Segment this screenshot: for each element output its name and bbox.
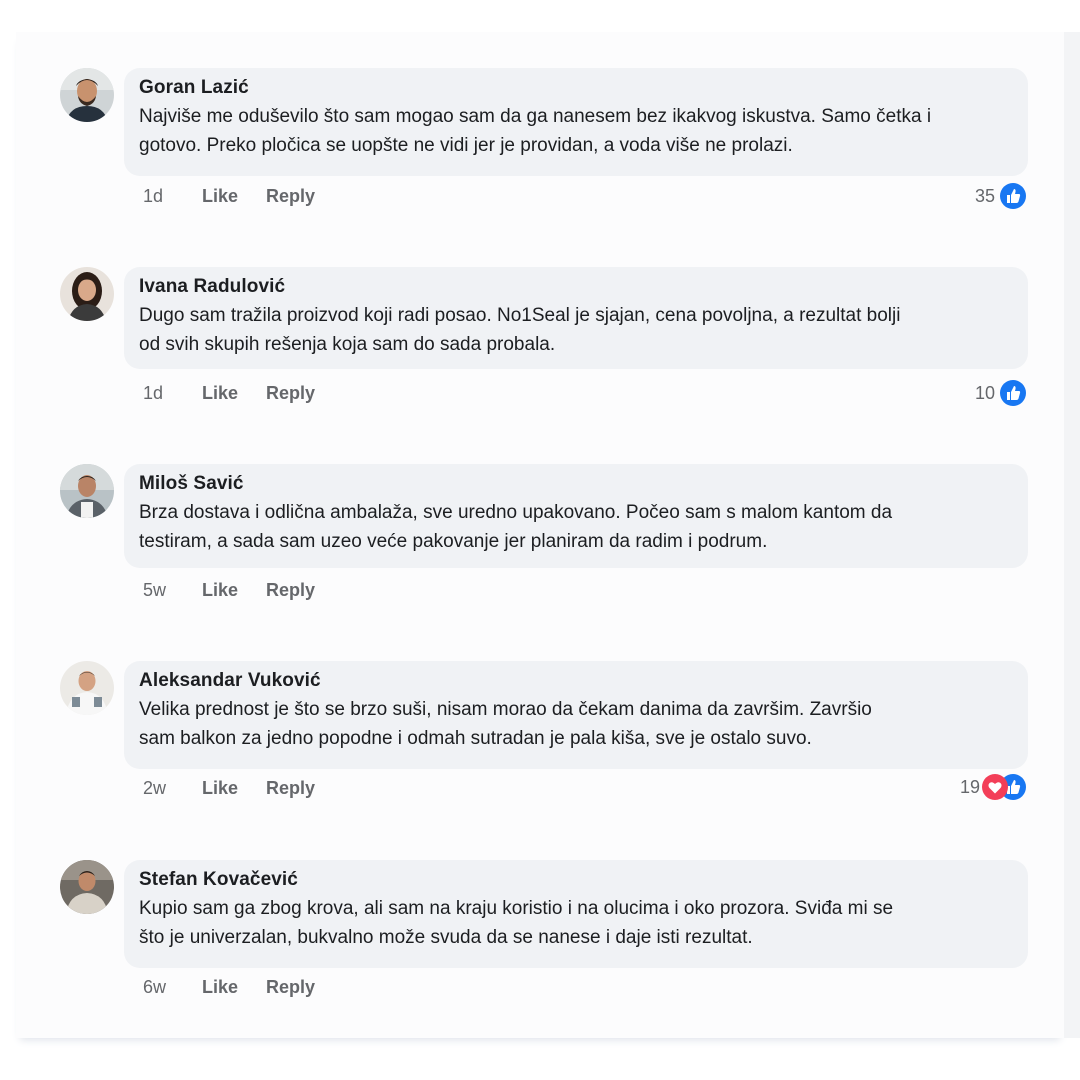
comment-line: sam balkon za jedno popodne i odmah sutr… [139, 728, 812, 749]
comment-actions: 2w Like Reply [143, 777, 315, 799]
comment-line: Najviše me oduševilo što sam mogao sam d… [139, 106, 932, 127]
comment-timestamp[interactable]: 5w [143, 579, 197, 601]
reply-button[interactable]: Reply [266, 382, 315, 404]
comment-timestamp[interactable]: 1d [143, 185, 197, 207]
reaction-count: 19 [959, 776, 980, 797]
comments-panel: Goran Lazić Najviše me oduševilo što sam… [16, 32, 1064, 1038]
comment-timestamp[interactable]: 1d [143, 382, 197, 404]
comment-author[interactable]: Ivana Radulović [139, 275, 1014, 299]
comment-text: Dugo sam tražila proizvod koji radi posa… [139, 301, 1014, 359]
reaction-count: 10 [974, 382, 995, 403]
avatar[interactable] [60, 267, 114, 321]
comment-line: testiram, a sada sam uzeo veće pakovanje… [139, 531, 768, 552]
comment-line: Dugo sam tražila proizvod koji radi posa… [139, 305, 901, 326]
comment-line: što je univerzalan, bukvalno može svuda … [139, 927, 753, 948]
reaction-summary[interactable]: 19 [960, 773, 1026, 801]
panel-edge [1064, 32, 1080, 1038]
comment-bubble: Goran Lazić Najviše me oduševilo što sam… [124, 68, 1028, 176]
comment-bubble: Miloš Savić Brza dostava i odlična ambal… [124, 464, 1028, 568]
comment-author[interactable]: Goran Lazić [139, 76, 1014, 100]
comment-actions: 1d Like Reply [143, 185, 315, 207]
reply-button[interactable]: Reply [266, 777, 315, 799]
comment-author[interactable]: Stefan Kovačević [139, 868, 1014, 892]
comment-text: Kupio sam ga zbog krova, ali sam na kraj… [139, 894, 1014, 952]
like-button[interactable]: Like [202, 976, 261, 998]
comment-text: Najviše me oduševilo što sam mogao sam d… [139, 102, 1014, 160]
comment-actions: 5w Like Reply [143, 579, 315, 601]
like-button[interactable]: Like [202, 579, 261, 601]
like-button[interactable]: Like [202, 185, 261, 207]
comment-line: Brza dostava i odlična ambalaža, sve ure… [139, 502, 893, 523]
comment-bubble: Aleksandar Vuković Velika prednost je št… [124, 661, 1028, 769]
comment-timestamp[interactable]: 6w [143, 976, 197, 998]
comment-line: Kupio sam ga zbog krova, ali sam na kraj… [139, 898, 894, 919]
like-icon [1000, 380, 1026, 406]
comment-actions: 6w Like Reply [143, 976, 315, 998]
comment: Goran Lazić Najviše me oduševilo što sam… [16, 68, 1064, 228]
love-icon [982, 774, 1008, 800]
reply-button[interactable]: Reply [266, 185, 315, 207]
avatar[interactable] [60, 661, 114, 715]
comment: Stefan Kovačević Kupio sam ga zbog krova… [16, 860, 1064, 1020]
comment-author[interactable]: Miloš Savić [139, 472, 1014, 496]
comment-actions: 1d Like Reply [143, 382, 315, 404]
comment-text: Brza dostava i odlična ambalaža, sve ure… [139, 498, 1014, 556]
comment-timestamp[interactable]: 2w [143, 777, 197, 799]
avatar[interactable] [60, 464, 114, 518]
reaction-summary[interactable]: 10 [975, 379, 1026, 407]
like-button[interactable]: Like [202, 382, 261, 404]
comment-line: od svih skupih rešenja koja sam do sada … [139, 334, 556, 355]
like-icon [1000, 183, 1026, 209]
comment-bubble: Stefan Kovačević Kupio sam ga zbog krova… [124, 860, 1028, 968]
comment-text: Velika prednost je što se brzo suši, nis… [139, 695, 1014, 753]
avatar[interactable] [60, 68, 114, 122]
comment-line: gotovo. Preko pločica se uopšte ne vidi … [139, 135, 793, 156]
comment-author[interactable]: Aleksandar Vuković [139, 669, 1014, 693]
comment: Aleksandar Vuković Velika prednost je št… [16, 661, 1064, 821]
reply-button[interactable]: Reply [266, 579, 315, 601]
comment-line: Velika prednost je što se brzo suši, nis… [139, 699, 872, 720]
comment-bubble: Ivana Radulović Dugo sam tražila proizvo… [124, 267, 1028, 369]
like-button[interactable]: Like [202, 777, 261, 799]
reaction-count: 35 [974, 185, 995, 206]
comment: Ivana Radulović Dugo sam tražila proizvo… [16, 267, 1064, 427]
reaction-summary[interactable]: 35 [975, 182, 1026, 210]
reply-button[interactable]: Reply [266, 976, 315, 998]
avatar[interactable] [60, 860, 114, 914]
comment: Miloš Savić Brza dostava i odlična ambal… [16, 464, 1064, 624]
